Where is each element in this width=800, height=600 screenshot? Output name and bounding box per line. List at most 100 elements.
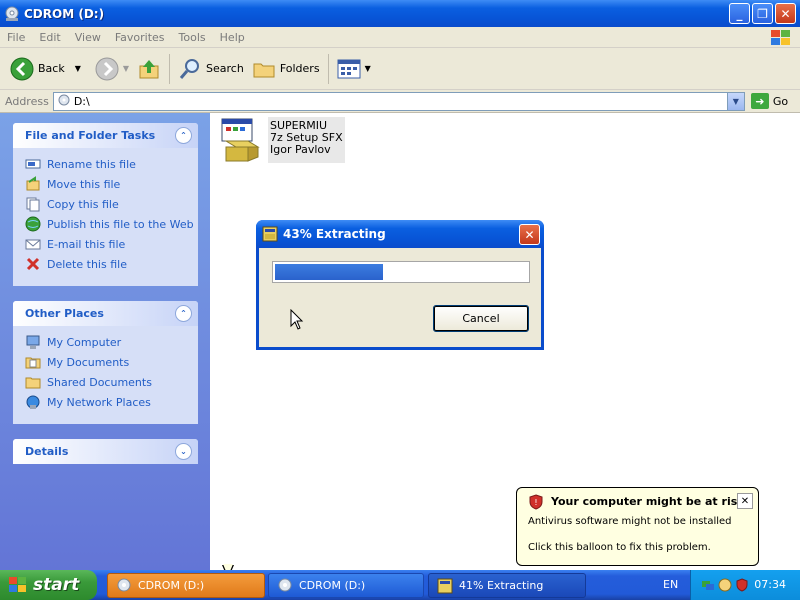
dialog-titlebar[interactable]: 43% Extracting ✕ <box>256 220 544 248</box>
collapse-chevron-icon[interactable]: ⌃ <box>175 127 192 144</box>
task-email[interactable]: E-mail this file <box>25 234 198 254</box>
task-delete[interactable]: Delete this file <box>25 254 198 274</box>
forward-arrow-icon <box>95 57 119 80</box>
taskbar-item-label: CDROM (D:) <box>138 579 205 592</box>
address-dropdown-icon[interactable]: ▼ <box>726 92 744 110</box>
views-dropdown-icon: ▼ <box>364 64 371 73</box>
file-tasks-header[interactable]: File and Folder Tasks ⌃ <box>13 123 198 148</box>
file-tasks-panel: File and Folder Tasks ⌃ Rename this file… <box>13 123 198 286</box>
menu-file[interactable]: File <box>0 31 32 44</box>
place-network[interactable]: My Network Places <box>25 392 198 412</box>
place-my-computer-label: My Computer <box>47 335 122 349</box>
taskbar: start CDROM (D:) CDROM (D:) 41% Extracti… <box>0 570 800 600</box>
window-titlebar[interactable]: CDROM (D:) _ ❐ ✕ <box>0 0 800 27</box>
task-publish-label: Publish this file to the Web <box>47 217 194 231</box>
task-publish[interactable]: Publish this file to the Web <box>25 214 198 234</box>
task-move-label: Move this file <box>47 177 121 191</box>
cancel-button[interactable]: Cancel <box>433 305 529 332</box>
folders-button[interactable]: Folders <box>248 53 324 85</box>
svg-text:!: ! <box>534 498 537 507</box>
forward-dropdown-icon[interactable]: ▼ <box>123 64 129 73</box>
window-title: CDROM (D:) <box>24 6 105 21</box>
views-icon <box>337 59 361 78</box>
details-panel: Details ⌄ <box>13 439 198 464</box>
task-rename-label: Rename this file <box>47 157 136 171</box>
documents-folder-icon <box>25 357 41 369</box>
clock: 07:34 <box>754 578 786 591</box>
back-label: Back <box>38 62 65 75</box>
balloon-instruction: Click this balloon to fix this problem. <box>528 542 711 553</box>
shield-alert-icon: ! <box>529 494 543 510</box>
rename-icon <box>25 159 41 169</box>
task-rename[interactable]: Rename this file <box>25 154 198 174</box>
menu-tools[interactable]: Tools <box>172 31 213 44</box>
task-copy[interactable]: Copy this file <box>25 194 198 214</box>
delete-x-icon <box>26 257 40 271</box>
security-center-tray-icon[interactable] <box>718 578 732 592</box>
close-button[interactable]: ✕ <box>775 3 796 24</box>
taskbar-item-label: CDROM (D:) <box>299 579 366 592</box>
up-folder-button[interactable] <box>133 53 165 85</box>
place-shared-documents[interactable]: Shared Documents <box>25 372 198 392</box>
menu-bar: File Edit View Favorites Tools Help <box>0 27 800 48</box>
network-tray-icon[interactable] <box>701 578 715 592</box>
move-icon <box>26 176 40 191</box>
security-balloon[interactable]: ! Your computer might be at risk ✕ Antiv… <box>516 487 759 566</box>
start-button[interactable]: start <box>0 570 97 600</box>
alert-shield-tray-icon[interactable] <box>735 578 749 592</box>
network-icon <box>26 395 40 409</box>
search-button[interactable]: Search <box>174 53 248 85</box>
minimize-button[interactable]: _ <box>729 3 750 24</box>
place-my-computer[interactable]: My Computer <box>25 332 198 352</box>
taskbar-item-extracting[interactable]: 41% Extracting <box>428 573 586 598</box>
balloon-close-icon[interactable]: ✕ <box>737 493 753 509</box>
menu-help[interactable]: Help <box>213 31 252 44</box>
details-header[interactable]: Details ⌄ <box>13 439 198 464</box>
go-button[interactable]: ➜ Go <box>750 93 788 109</box>
folders-label: Folders <box>279 62 320 75</box>
back-button[interactable]: Back ▼ <box>6 53 85 85</box>
task-move[interactable]: Move this file <box>25 174 198 194</box>
place-my-documents[interactable]: My Documents <box>25 352 198 372</box>
collapse-chevron-icon[interactable]: ⌃ <box>175 305 192 322</box>
address-value: D:\ <box>73 94 90 108</box>
maximize-button[interactable]: ❐ <box>752 3 773 24</box>
place-my-documents-label: My Documents <box>47 355 130 369</box>
email-icon <box>25 239 41 250</box>
cdrom-task-icon <box>278 578 292 591</box>
expand-chevron-icon[interactable]: ⌄ <box>175 443 192 460</box>
toolbar-separator <box>327 53 329 84</box>
progress-fill <box>275 264 384 280</box>
file-company: Igor Pavlov <box>270 143 331 156</box>
task-delete-label: Delete this file <box>47 257 127 271</box>
task-email-label: E-mail this file <box>47 237 126 251</box>
menu-favorites[interactable]: Favorites <box>108 31 172 44</box>
details-title: Details <box>25 445 69 458</box>
address-input[interactable]: D:\ ▼ <box>52 91 745 111</box>
shared-folder-icon <box>25 377 41 389</box>
windows-flag-icon <box>9 577 26 592</box>
cdrom-task-icon <box>117 578 131 591</box>
language-indicator[interactable]: EN <box>663 578 678 591</box>
other-places-panel: Other Places ⌃ My Computer My Documents … <box>13 301 198 424</box>
taskbar-item-cdrom[interactable]: CDROM (D:) <box>268 573 424 598</box>
views-button[interactable]: ▼ <box>333 53 375 85</box>
dialog-close-button[interactable]: ✕ <box>519 224 540 245</box>
file-item-supermiu[interactable]: SUPERMIU 7z Setup SFX Igor Pavlov <box>218 117 345 163</box>
search-label: Search <box>206 62 244 75</box>
address-bar: Address D:\ ▼ ➜ Go <box>0 90 800 113</box>
toolbar-separator <box>169 53 171 84</box>
back-dropdown-icon[interactable]: ▼ <box>75 64 81 73</box>
taskbar-item-cdrom-active[interactable]: CDROM (D:) <box>107 573 265 598</box>
back-arrow-icon <box>10 57 34 80</box>
menu-edit[interactable]: Edit <box>32 31 67 44</box>
up-folder-icon <box>139 59 159 78</box>
address-label: Address <box>5 94 49 108</box>
other-places-header[interactable]: Other Places ⌃ <box>13 301 198 326</box>
menu-view[interactable]: View <box>68 31 108 44</box>
computer-icon <box>26 335 40 349</box>
mouse-pointer-icon <box>290 309 304 330</box>
forward-button[interactable]: ▼ <box>91 53 133 85</box>
place-network-label: My Network Places <box>47 395 151 409</box>
archive-icon <box>262 226 278 242</box>
